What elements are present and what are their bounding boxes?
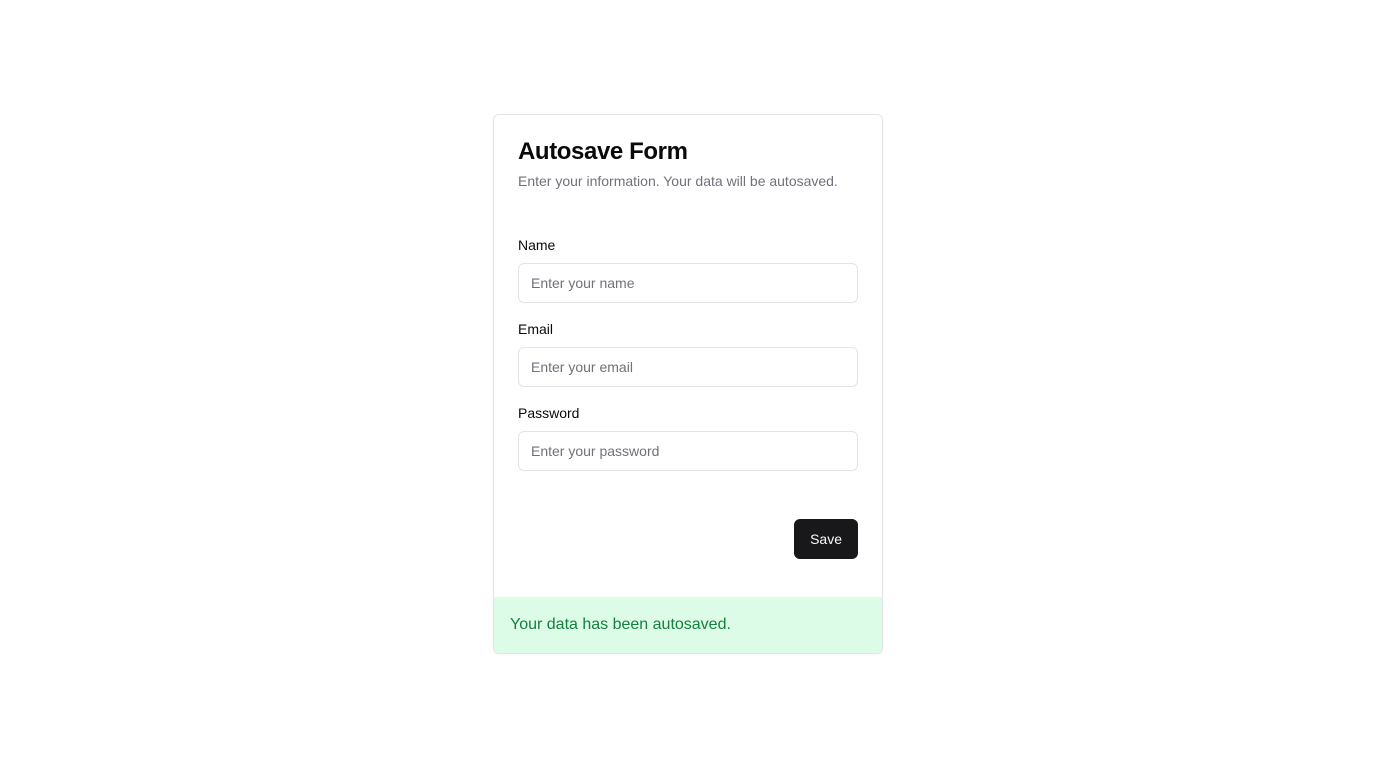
email-label: Email (518, 321, 554, 337)
autosave-form: Name Email Password (494, 235, 882, 471)
autosave-form-card: Autosave Form Enter your information. Yo… (493, 114, 883, 654)
name-input[interactable] (518, 263, 858, 303)
autosave-status-message: Your data has been autosaved. (510, 616, 731, 633)
password-input[interactable] (518, 431, 858, 471)
autosave-status-banner: Your data has been autosaved. (494, 597, 882, 653)
name-label: Name (518, 237, 556, 253)
form-title: Autosave Form (518, 138, 688, 165)
form-description: Enter your information. Your data will b… (518, 173, 838, 189)
password-field-group: Password (518, 403, 858, 471)
name-field-group: Name (518, 235, 858, 303)
email-field-group: Email (518, 319, 858, 387)
form-actions: Save (494, 519, 882, 559)
card-header: Autosave Form Enter your information. Yo… (494, 115, 882, 191)
save-button[interactable]: Save (794, 519, 858, 559)
email-input[interactable] (518, 347, 858, 387)
password-label: Password (518, 405, 580, 421)
